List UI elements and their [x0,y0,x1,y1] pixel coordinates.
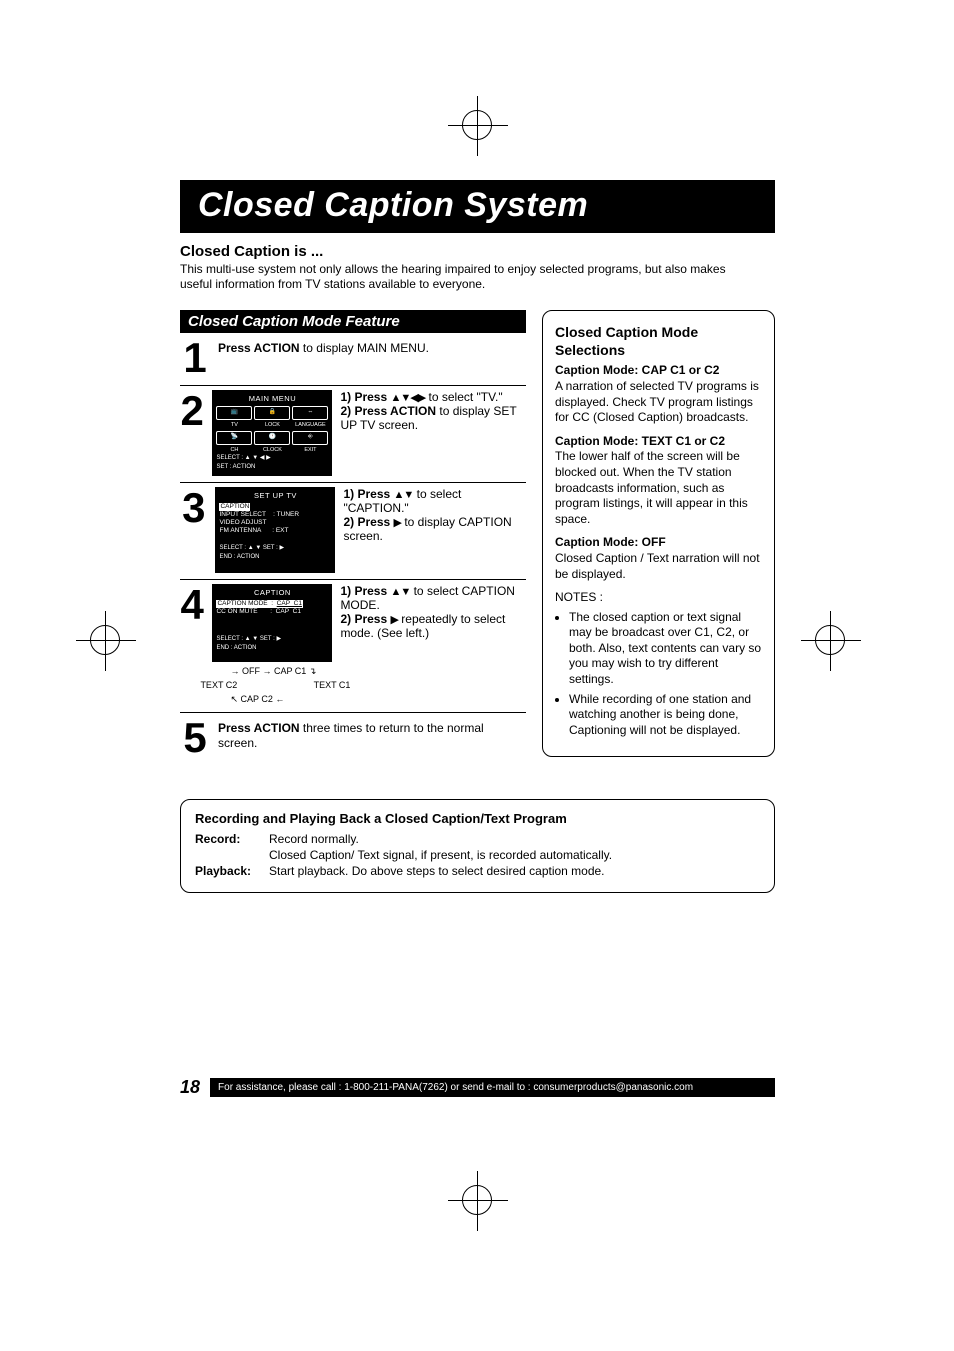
record-text-2: Closed Caption/ Text signal, if present,… [269,847,760,863]
osd-exit-icon: ⎆ [292,431,328,445]
instr-bold: 1) Press [343,487,393,501]
selections-heading: Closed Caption Mode Selections [555,323,762,359]
steps-column: Closed Caption Mode Feature 1 Press ACTI… [180,310,526,759]
osd-title: CAPTION [216,588,328,597]
caption-mode-cap-heading: Caption Mode: CAP C1 or C2 [555,363,762,379]
osd-label: CH [216,447,252,454]
cycle-item: CAP C2 [240,694,272,704]
osd-label: CLOCK [254,447,290,454]
cycle-item: OFF [242,666,260,676]
osd-footer: END : ACTION [216,645,328,652]
osd-label: LANGUAGE [292,422,328,429]
step-number: 3 [180,487,207,573]
selections-column: Closed Caption Mode Selections Caption M… [542,310,775,757]
step-2-instructions: 1) Press ▲▼◀▶ to select "TV." 2) Press A… [340,390,526,476]
notes-label: NOTES : [555,590,762,606]
arrow-right-icon: ▶ [394,517,401,529]
cycle-item: CAP C1 [274,666,306,676]
page-number: 18 [180,1077,200,1098]
crop-mark-right [815,625,845,655]
instr-bold: 2) Press [343,515,393,529]
step-5-action: Press ACTION [218,721,300,735]
cycle-item: TEXT C1 [314,680,351,690]
instr-bold: 2) Press [340,612,390,626]
page-content: Closed Caption System Closed Caption is … [180,180,775,893]
osd-ch-icon: 📡 [216,431,252,445]
osd-footer: END : ACTION [219,554,331,561]
page-title: Closed Caption System [180,180,775,233]
osd-label: LOCK [254,422,290,429]
step-4: 4 CAPTION CAPTION MODE : CAP C1 CC ON MU… [180,579,526,706]
playback-label: Playback: [195,863,263,879]
note-item: The closed caption or text signal may be… [569,610,762,688]
selections-box: Closed Caption Mode Selections Caption M… [542,310,775,757]
caption-mode-text-heading: Caption Mode: TEXT C1 or C2 [555,434,762,450]
step-number: 2 [180,390,204,476]
osd-setup-tv: SET UP TV CAPTION INPUT SELECT : TUNER V… [215,487,335,573]
caption-mode-cycle: → OFF → CAP C1 ↴ TEXT C2 TEXT C1 ↖ CAP C… [212,666,342,706]
osd-lock-icon: 🔒 [254,406,290,420]
caption-mode-off-heading: Caption Mode: OFF [555,535,762,551]
instr-bold: 1) Press [340,390,390,404]
page-footer: 18 For assistance, please call : 1-800-2… [180,1077,775,1098]
step-1: 1 Press ACTION to display MAIN MENU. [180,333,526,379]
caption-mode-off-text: Closed Caption / Text narration will not… [555,551,762,582]
caption-mode-text-text: The lower half of the screen will be blo… [555,449,762,527]
osd-language-icon: ⇔ [292,406,328,420]
osd-footer: SELECT : ▲ ▼ ◀ ▶ [216,455,328,462]
step-2: 2 MAIN MENU 📺 🔒 ⇔ TV LOCK LANGUAGE [180,385,526,476]
osd-footer: SET : ACTION [216,464,328,471]
step-number: 1 [180,337,210,379]
arrows-updown-icon: ▲▼ [390,586,410,598]
osd-main-menu: MAIN MENU 📺 🔒 ⇔ TV LOCK LANGUAGE 📡 [212,390,332,476]
record-playback-box: Recording and Playing Back a Closed Capt… [180,799,775,893]
intro-block: Closed Caption is ... This multi-use sys… [180,243,775,292]
caption-mode-cap-text: A narration of selected TV programs is d… [555,379,762,426]
record-playback-heading: Recording and Playing Back a Closed Capt… [195,810,760,828]
osd-footer: SELECT : ▲ ▼ SET : ▶ [216,636,328,643]
note-item: While recording of one station and watch… [569,692,762,739]
crop-mark-top [462,110,492,140]
record-label: Record: [195,831,263,863]
playback-text: Start playback. Do above steps to select… [269,863,760,879]
instr-text: to select "TV." [425,390,502,404]
feature-heading: Closed Caption Mode Feature [180,310,526,333]
step-1-text: to display MAIN MENU. [300,341,429,355]
osd-footer: SELECT : ▲ ▼ SET : ▶ [219,545,331,552]
step-1-action: Press ACTION [218,341,300,355]
osd-caption: CAPTION CAPTION MODE : CAP C1 CC ON MUTE… [212,584,332,662]
cycle-item: TEXT C2 [200,680,237,690]
arrows-updown-icon: ▲▼ [394,489,414,501]
record-text-1: Record normally. [269,831,760,847]
osd-title: MAIN MENU [216,394,328,403]
step-3: 3 SET UP TV CAPTION INPUT SELECT : TUNER… [180,482,526,573]
intro-text: This multi-use system not only allows th… [180,262,775,292]
arrows-4way-icon: ▲▼◀▶ [390,392,425,404]
step-3-instructions: 1) Press ▲▼ to select "CAPTION." 2) Pres… [343,487,526,573]
instr-bold: 1) Press [340,584,390,598]
osd-title: SET UP TV [219,491,331,500]
crop-mark-bottom [462,1185,492,1215]
osd-label: EXIT [292,447,328,454]
instr-bold: 2) Press ACTION [340,404,436,418]
arrow-right-icon: ▶ [390,614,397,626]
crop-mark-left [90,625,120,655]
step-5: 5 Press ACTION three times to return to … [180,712,526,759]
osd-clock-icon: 🕐 [254,431,290,445]
step-4-instructions: 1) Press ▲▼ to select CAPTION MODE. 2) P… [340,584,526,662]
intro-heading: Closed Caption is ... [180,243,775,260]
osd-label: TV [216,422,252,429]
assistance-bar: For assistance, please call : 1-800-211-… [210,1078,775,1097]
step-number: 5 [180,717,210,759]
osd-tv-icon: 📺 [216,406,252,420]
